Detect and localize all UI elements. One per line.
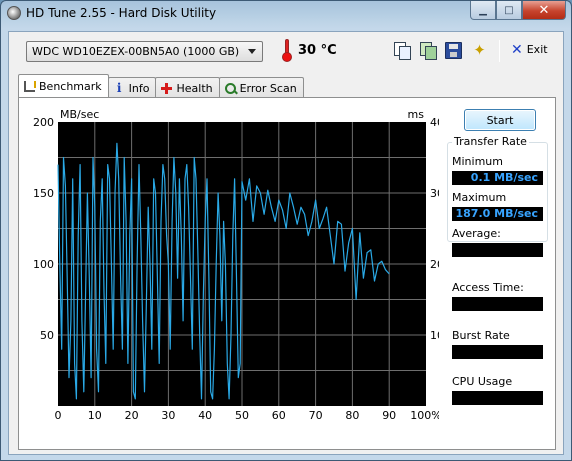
maximize-icon: □ — [504, 4, 514, 16]
y-tick-label-left: 150 — [33, 187, 54, 200]
close-icon: ✕ — [538, 2, 550, 18]
minimize-button[interactable]: ▁ — [470, 1, 496, 20]
maximum-value: 187.0 MB/sec — [452, 207, 543, 221]
y-axis-label-left: MB/sec — [60, 108, 99, 121]
chevron-down-icon — [248, 49, 256, 54]
tab-bar: Benchmark i Info Health Error Scan — [18, 74, 304, 97]
window-title: HD Tune 2.55 - Hard Disk Utility — [26, 6, 217, 20]
y-axis-label-right: ms — [408, 108, 425, 121]
tab-label: Info — [128, 82, 150, 95]
client-area: WDC WD10EZEX-00BN5A0 (1000 GB) 30 °C ✦ ✕… — [8, 31, 564, 455]
burst-rate-label: Burst Rate — [452, 329, 510, 342]
error-scan-icon — [224, 83, 236, 94]
access-time-label: Access Time: — [452, 281, 524, 294]
x-tick-label: 70 — [309, 409, 323, 422]
x-tick-label: 10 — [88, 409, 102, 422]
info-icon: i — [116, 81, 122, 95]
maximum-label: Maximum — [452, 191, 507, 204]
minimum-value: 0.1 MB/sec — [452, 171, 543, 185]
close-button[interactable]: ✕ — [522, 1, 566, 20]
benchmark-icon — [24, 80, 36, 92]
copy-text-icon[interactable] — [393, 42, 411, 60]
drive-select[interactable]: WDC WD10EZEX-00BN5A0 (1000 GB) — [26, 41, 263, 62]
average-value — [452, 243, 543, 257]
y-tick-label-right: 20 — [430, 258, 439, 271]
x-tick-label: 90 — [382, 409, 396, 422]
x-tick-label: 50 — [235, 409, 249, 422]
drive-select-value: WDC WD10EZEX-00BN5A0 (1000 GB) — [32, 45, 240, 58]
start-button[interactable]: Start — [464, 109, 536, 131]
y-tick-label-left: 200 — [33, 116, 54, 129]
x-tick-label: 80 — [345, 409, 359, 422]
y-tick-label-right: 40 — [430, 116, 439, 129]
tab-health[interactable]: Health — [155, 77, 220, 97]
health-icon — [161, 83, 173, 94]
cpu-usage-label: CPU Usage — [452, 375, 513, 388]
exit-icon: ✕ — [511, 41, 523, 58]
start-label: Start — [486, 113, 514, 127]
window-controls: ▁ □ ✕ — [470, 1, 566, 20]
x-tick-label: 0 — [55, 409, 62, 422]
maximize-button[interactable]: □ — [496, 1, 522, 20]
benchmark-panel: 200 150 100 50 40 30 20 10 MB/sec ms 0 10 20 30 40 50 60… — [18, 97, 556, 450]
x-tick-label: 20 — [125, 409, 139, 422]
access-time-value — [452, 297, 543, 311]
tab-label: Error Scan — [239, 82, 297, 95]
exit-label: Exit — [526, 43, 548, 56]
tab-error-scan[interactable]: Error Scan — [218, 77, 304, 97]
options-icon[interactable]: ✦ — [471, 42, 488, 59]
y-tick-label-right: 30 — [430, 187, 439, 200]
burst-rate-value — [452, 345, 543, 359]
x-tick-label: 30 — [161, 409, 175, 422]
exit-button[interactable]: ✕ Exit — [511, 41, 548, 58]
transfer-rate-title: Transfer Rate — [452, 135, 529, 148]
x-tick-label: 40 — [198, 409, 212, 422]
y-tick-label-left: 50 — [40, 329, 54, 342]
minimize-icon: ▁ — [479, 4, 487, 16]
toolbar-separator — [499, 40, 500, 62]
average-label: Average: — [452, 227, 501, 240]
app-icon — [7, 6, 21, 20]
tab-label: Health — [176, 82, 213, 95]
save-icon[interactable] — [445, 42, 462, 59]
toolbar-icons: ✦ — [393, 42, 488, 60]
tab-label: Benchmark — [39, 79, 102, 93]
thermometer-icon — [282, 39, 292, 62]
title-bar[interactable]: HD Tune 2.55 - Hard Disk Utility ▁ □ ✕ — [1, 1, 571, 25]
y-tick-label-left: 100 — [33, 258, 54, 271]
copy-screenshot-icon[interactable] — [419, 42, 437, 60]
x-tick-label: 60 — [272, 409, 286, 422]
tab-info[interactable]: i Info — [107, 77, 157, 97]
x-tick-label: 100% — [410, 409, 439, 422]
temperature-readout: 30 °C — [298, 43, 337, 58]
benchmark-chart: 200 150 100 50 40 30 20 10 MB/sec ms 0 10 20 30 40 50 60… — [33, 108, 439, 422]
minimum-label: Minimum — [452, 155, 503, 168]
y-tick-label-right: 10 — [430, 329, 439, 342]
cpu-usage-value — [452, 391, 543, 405]
app-window: HD Tune 2.55 - Hard Disk Utility ▁ □ ✕ W… — [0, 0, 572, 461]
tab-benchmark[interactable]: Benchmark — [18, 74, 109, 97]
